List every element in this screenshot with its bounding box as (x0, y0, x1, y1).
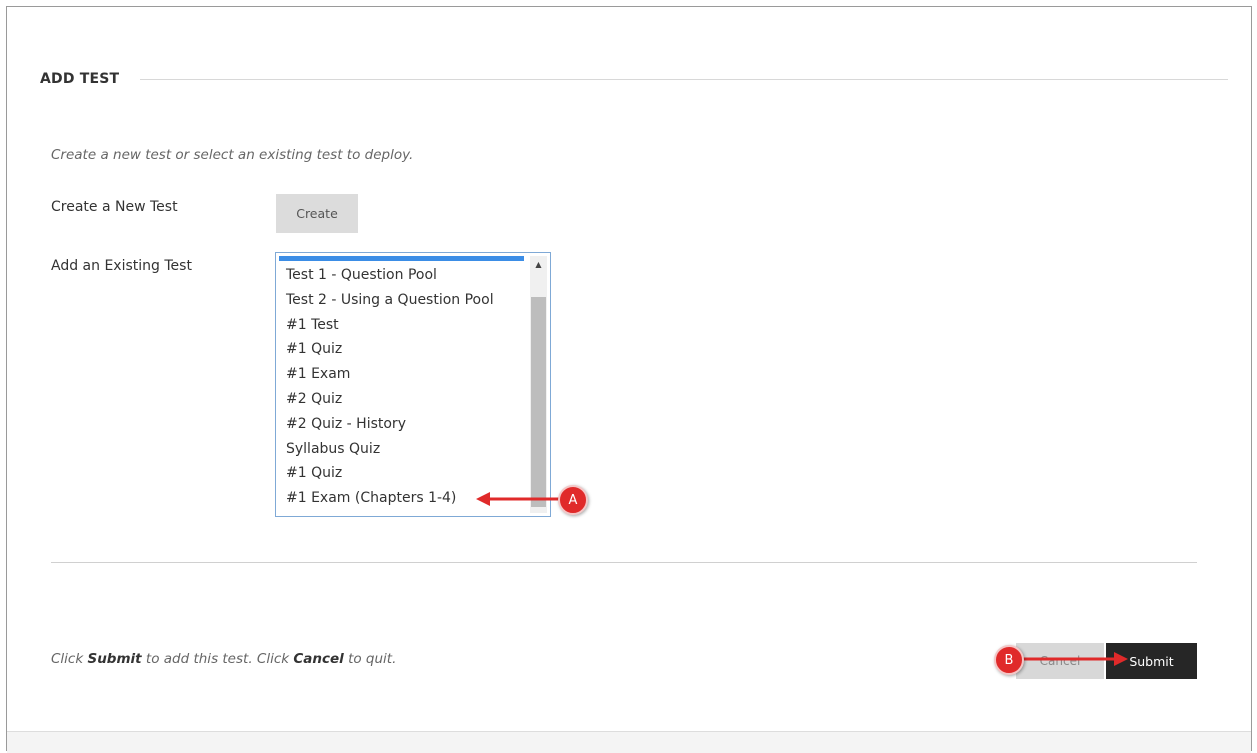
footer-strip (7, 731, 1251, 753)
section-title-rule (140, 79, 1228, 80)
create-button[interactable]: Create (276, 194, 358, 233)
listbox-scrollbar[interactable]: ▲ (530, 256, 547, 513)
section-divider (51, 562, 1197, 563)
callout-b-arrow-icon (1020, 652, 1128, 666)
test-option[interactable]: #2 Quiz - History (286, 412, 531, 437)
footer-text-part: Click (51, 651, 88, 667)
scroll-up-arrow-icon[interactable]: ▲ (530, 256, 547, 273)
footer-submit-word: Submit (87, 651, 142, 667)
test-option[interactable]: Test 1 - Question Pool (286, 263, 531, 288)
instructions-text: Create a new test or select an existing … (51, 147, 414, 163)
footer-instructions: Click Submit to add this test. Click Can… (51, 651, 396, 667)
test-option[interactable]: #1 Quiz (286, 461, 531, 486)
callout-a-arrow-icon (476, 492, 564, 506)
test-option[interactable]: Test 2 - Using a Question Pool (286, 288, 531, 313)
footer-cancel-word: Cancel (293, 651, 344, 667)
test-option[interactable]: #1 Test (286, 313, 531, 338)
section-title: ADD TEST (40, 71, 120, 87)
callout-a-badge: A (558, 485, 588, 515)
test-options-list: Test 1 - Question Pool Test 2 - Using a … (286, 263, 531, 511)
add-existing-test-label: Add an Existing Test (51, 258, 192, 274)
create-new-test-label: Create a New Test (51, 199, 178, 215)
test-option[interactable]: #2 Quiz (286, 387, 531, 412)
existing-test-listbox[interactable]: Test 1 - Question Pool Test 2 - Using a … (275, 252, 551, 517)
test-option[interactable]: #1 Exam (286, 362, 531, 387)
footer-text-part: to quit. (343, 651, 397, 667)
scroll-thumb[interactable] (531, 297, 546, 507)
test-option[interactable]: #1 Quiz (286, 337, 531, 362)
selected-option-highlight (279, 256, 524, 261)
callout-b-badge: B (994, 645, 1024, 675)
content-frame (6, 6, 1252, 751)
footer-text-part: to add this test. Click (141, 651, 294, 667)
test-option[interactable]: Syllabus Quiz (286, 437, 531, 462)
